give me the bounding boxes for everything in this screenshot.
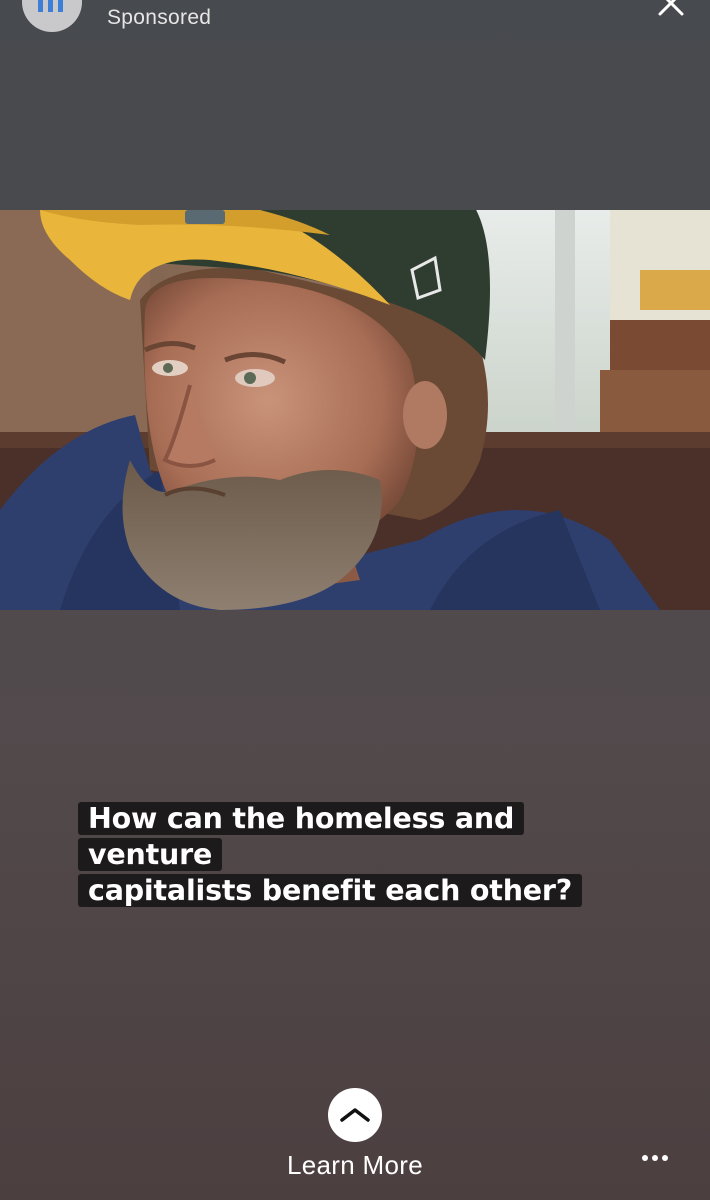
learn-more-label[interactable]: Learn More bbox=[0, 1150, 710, 1181]
logo-bar bbox=[58, 0, 63, 12]
ad-header: Sponsored bbox=[0, 0, 710, 60]
ad-video-frame[interactable] bbox=[0, 210, 710, 610]
logo-bar bbox=[48, 0, 53, 12]
chevron-up-icon bbox=[340, 1108, 370, 1122]
more-options-button[interactable] bbox=[638, 1148, 674, 1168]
more-options-icon bbox=[642, 1155, 668, 1161]
logo-bar bbox=[38, 0, 43, 12]
caption-line-1: How can the homeless and venture bbox=[78, 802, 525, 871]
video-caption: How can the homeless and venture capital… bbox=[78, 801, 638, 909]
learn-more-button[interactable] bbox=[328, 1088, 382, 1142]
close-icon bbox=[658, 0, 684, 16]
man-in-cap-photo bbox=[0, 210, 710, 610]
advertiser-avatar[interactable] bbox=[22, 0, 82, 32]
close-button[interactable] bbox=[654, 0, 692, 22]
sponsored-label: Sponsored bbox=[107, 6, 212, 29]
caption-line-2: capitalists benefit each other? bbox=[78, 874, 583, 907]
